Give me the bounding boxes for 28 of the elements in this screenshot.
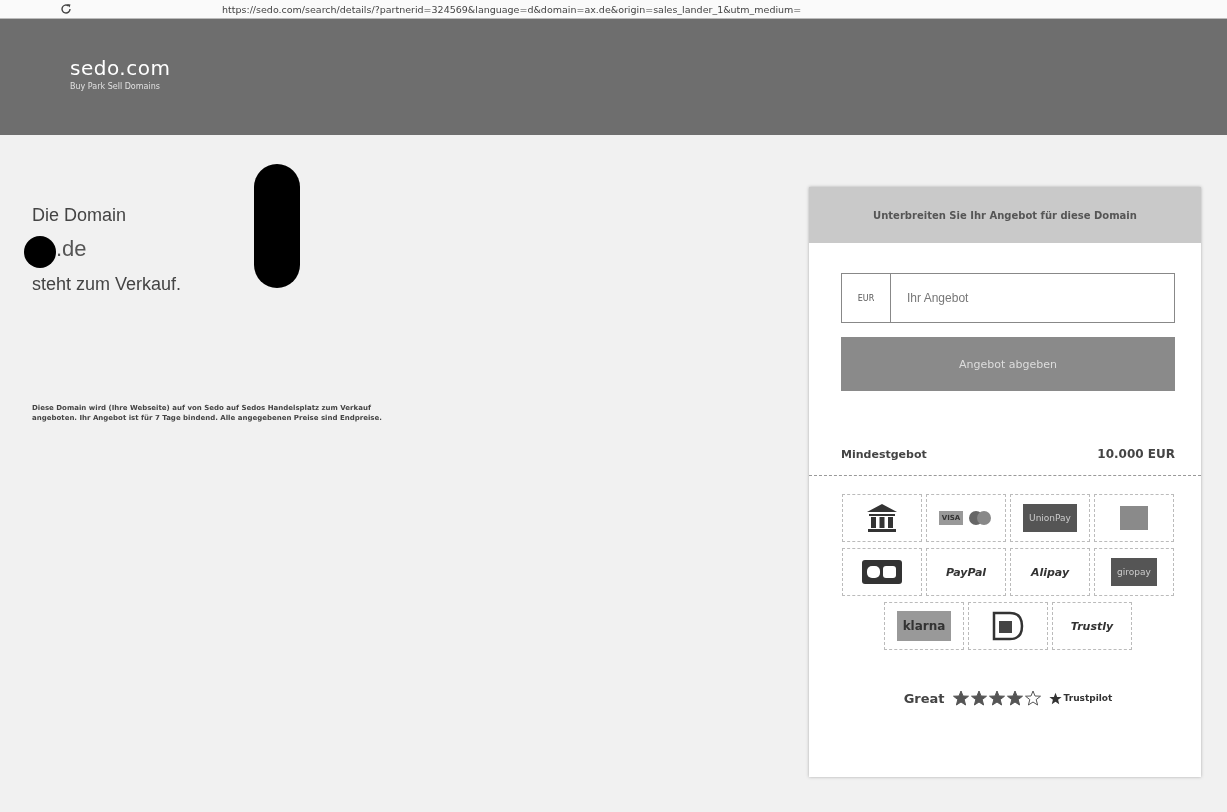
star-icon [988, 690, 1005, 706]
trustpilot-logo: Trustpilot [1063, 693, 1113, 703]
heading-line: steht zum Verkauf. [32, 274, 183, 295]
payment-logo: Alipay [1030, 565, 1070, 579]
min-bid-label: Mindestgebot [841, 447, 927, 461]
star-icon [952, 690, 969, 706]
payment-logo: UnionPay [1023, 504, 1077, 532]
payment-logo: Trustly [1070, 619, 1114, 633]
payment-logo: klarna [896, 611, 952, 641]
star-icon [1024, 690, 1041, 706]
logo[interactable]: sedo.com [70, 55, 171, 80]
bank-icon [865, 502, 899, 534]
offer-input[interactable]: Ihr Angebot [891, 274, 1174, 322]
payment-logo: PayPal [945, 565, 987, 579]
rating-label: Great [903, 690, 945, 706]
offer-field[interactable]: EUR Ihr Angebot [841, 273, 1175, 323]
tagline: Buy Park Sell Domains [70, 81, 161, 91]
domain-name: .de [56, 236, 87, 262]
payment-logo: giropay [1111, 558, 1157, 586]
card-title: Unterbreiten Sie Ihr Angebot für diese Domain [809, 187, 1201, 243]
star-icon [970, 690, 987, 706]
star-icon [1048, 691, 1062, 705]
min-bid-value: 10.000 EUR [1097, 447, 1175, 461]
star-icon [1006, 690, 1023, 706]
heading-line: Die Domain [32, 205, 128, 226]
reload-icon[interactable] [60, 3, 72, 15]
redaction-mark [24, 236, 56, 268]
ideal-icon [992, 611, 1024, 641]
